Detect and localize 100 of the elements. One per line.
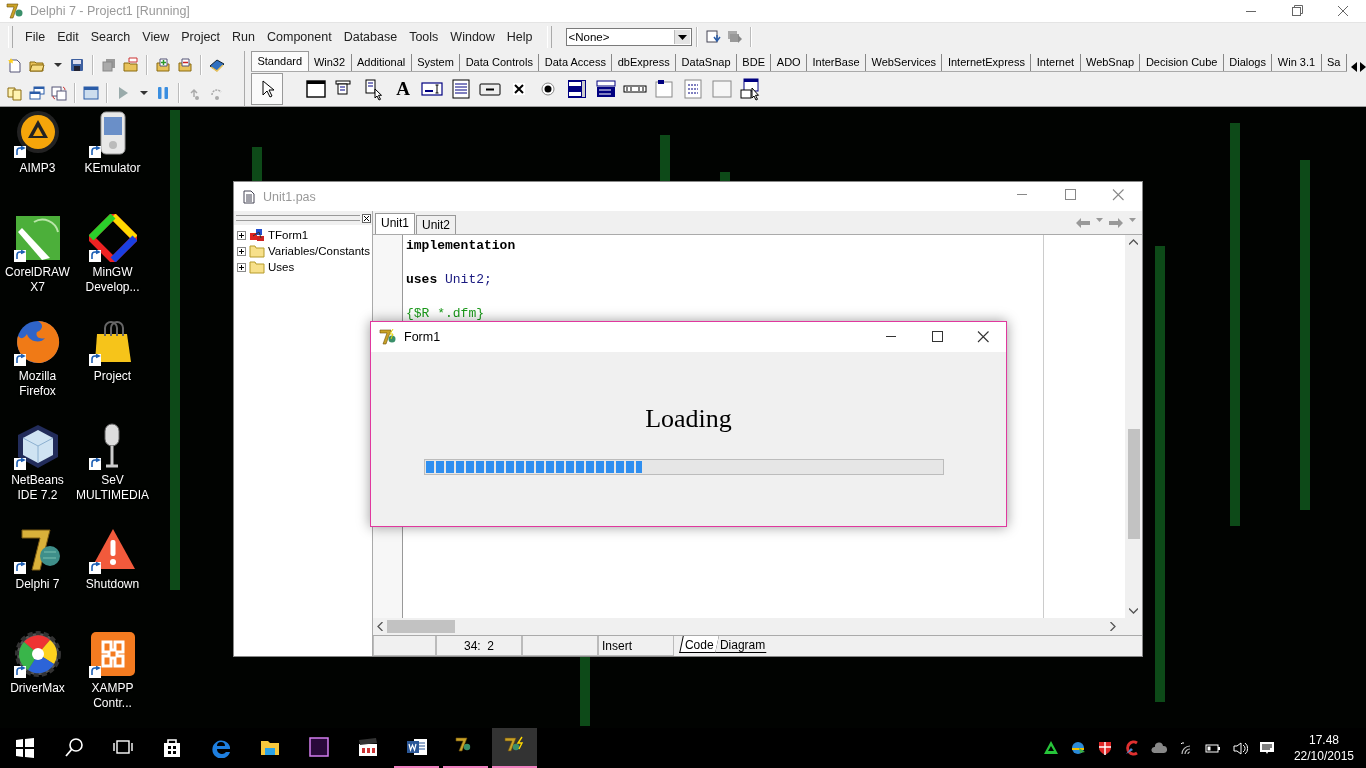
stack-arrow-icon[interactable]: [726, 29, 743, 45]
folder-arrow-icon[interactable]: [123, 57, 139, 73]
label-tool-button[interactable]: A: [391, 77, 415, 101]
remove-file-icon[interactable]: [177, 57, 193, 73]
clock-time[interactable]: 17.48: [1308, 732, 1339, 748]
menu-item[interactable]: Tools: [403, 26, 445, 48]
palette-tab[interactable]: WebSnap: [1080, 54, 1141, 71]
menu-item[interactable]: View: [136, 26, 176, 48]
menu-item[interactable]: Project: [175, 26, 227, 48]
palette-tab[interactable]: Internet: [1031, 54, 1081, 71]
tile-icon[interactable]: [88, 630, 137, 678]
palette-tab[interactable]: InternetExpress: [942, 54, 1032, 71]
icon-label: DriverMax: [9, 681, 66, 696]
scroll-right-icon[interactable]: [1359, 62, 1366, 72]
group-box-icon[interactable]: [652, 77, 676, 101]
palette-tab[interactable]: Additional: [351, 54, 412, 71]
pen-nib-icon[interactable]: [13, 214, 62, 262]
icon-label: Mozilla Firefox: [17, 369, 58, 399]
palette-tab[interactable]: Dialogs: [1223, 54, 1273, 71]
menu-item[interactable]: File: [19, 26, 52, 48]
component-combo[interactable]: <None>: [565, 28, 692, 46]
delphi-icon: [6, 2, 24, 20]
folder-icon: [249, 260, 265, 274]
view-tab[interactable]: Code: [679, 636, 720, 653]
menu-item[interactable]: Run: [226, 26, 262, 48]
menu-item[interactable]: Edit: [51, 26, 85, 48]
toggle-icon[interactable]: [51, 85, 67, 101]
windows-icon[interactable]: [29, 85, 45, 101]
memo-icon[interactable]: [449, 77, 473, 101]
radio-group-icon[interactable]: [681, 77, 705, 101]
palette-tab[interactable]: DataSnap: [676, 54, 737, 71]
icon-label: MinGW Develop...: [84, 265, 141, 295]
action-list-icon[interactable]: [739, 77, 763, 101]
palette-tab[interactable]: System: [411, 54, 461, 71]
fox-globe-icon[interactable]: [13, 318, 62, 366]
pillar-globe-icon[interactable]: [13, 526, 62, 574]
scrollbar-thumb[interactable]: [1127, 429, 1140, 540]
cloud-icon[interactable]: [1150, 740, 1167, 756]
palette-tab[interactable]: Win 3.1: [1272, 54, 1322, 71]
pages-icon[interactable]: [7, 85, 23, 101]
tree-item[interactable]: TForm1: [268, 229, 309, 241]
scrollbar-thumb[interactable]: [387, 620, 455, 633]
close-icon[interactable]: [362, 213, 371, 223]
notification-icon[interactable]: [1258, 740, 1275, 756]
palette-tab[interactable]: BDE: [736, 54, 772, 71]
palette-tab[interactable]: Data Access: [539, 54, 613, 71]
icon-label: CorelDRAW X7: [4, 265, 71, 295]
window-icon[interactable]: [83, 85, 99, 101]
document-app-icon: [405, 736, 428, 758]
shield-icon[interactable]: [1096, 740, 1113, 756]
brush-icon[interactable]: [1123, 740, 1140, 756]
tree-item[interactable]: Variables/Constants: [268, 245, 371, 257]
icon-label: KEmulator: [83, 161, 142, 176]
menu-item[interactable]: Database: [337, 26, 404, 48]
close-icon[interactable]: [977, 331, 989, 343]
pause-icon[interactable]: [155, 85, 171, 101]
icon-label: Project: [92, 369, 133, 384]
expand-icon[interactable]: [237, 230, 246, 240]
gear-icon[interactable]: [13, 630, 62, 678]
list-box-icon[interactable]: [565, 77, 589, 101]
clock-date[interactable]: 22/10/2015: [1293, 748, 1354, 764]
palette-tab[interactable]: InterBase: [807, 54, 867, 71]
frame-icon[interactable]: [304, 77, 328, 101]
add-file-icon[interactable]: [155, 57, 171, 73]
globe-icon[interactable]: [1069, 740, 1086, 756]
expand-icon[interactable]: [237, 262, 246, 272]
editor-tab[interactable]: Unit1: [375, 213, 415, 234]
clipboard-download-icon[interactable]: [704, 29, 721, 45]
book-icon[interactable]: [209, 57, 225, 73]
tree-item[interactable]: Uses: [268, 261, 295, 273]
menu-item[interactable]: Search: [84, 26, 137, 48]
editor-tab[interactable]: Unit2: [416, 215, 457, 234]
dropdown-arrow-icon[interactable]: [677, 34, 687, 40]
palette-tab[interactable]: dbExpress: [612, 54, 677, 71]
palette-tab[interactable]: ADO: [771, 54, 808, 71]
palette-tab[interactable]: Sa: [1321, 54, 1347, 71]
menu-item[interactable]: Help: [500, 26, 539, 48]
maximize-icon[interactable]: [931, 331, 943, 343]
stack-icon[interactable]: [101, 57, 117, 73]
diamond-icon[interactable]: [88, 214, 137, 262]
scroll-down-icon[interactable]: [1129, 608, 1138, 614]
menu-item[interactable]: Window: [444, 26, 501, 48]
scroll-up-icon[interactable]: [1129, 239, 1138, 245]
expand-icon[interactable]: [237, 246, 246, 256]
window-title: Form1: [404, 330, 442, 344]
palette-tab[interactable]: Standard: [251, 51, 309, 71]
palette-tab[interactable]: Decision Cube: [1140, 54, 1224, 71]
scroll-left-icon[interactable]: [1351, 62, 1358, 72]
triangle-ring-icon[interactable]: [13, 110, 62, 158]
view-tab[interactable]: Diagram: [714, 636, 770, 653]
palette-tab[interactable]: Win32: [308, 54, 352, 71]
triangle-icon[interactable]: [1042, 740, 1059, 756]
pointer-tool-button[interactable]: [251, 73, 283, 105]
palette-tab[interactable]: Data Controls: [460, 54, 540, 71]
icon-label: XAMPP Contr...: [90, 681, 135, 711]
edit-mode: Insert: [598, 636, 674, 656]
palette-tab[interactable]: WebServices: [866, 54, 943, 71]
restore-icon[interactable]: [1291, 5, 1303, 17]
menu-item[interactable]: Component: [261, 26, 338, 48]
volume-icon[interactable]: [1231, 740, 1248, 756]
